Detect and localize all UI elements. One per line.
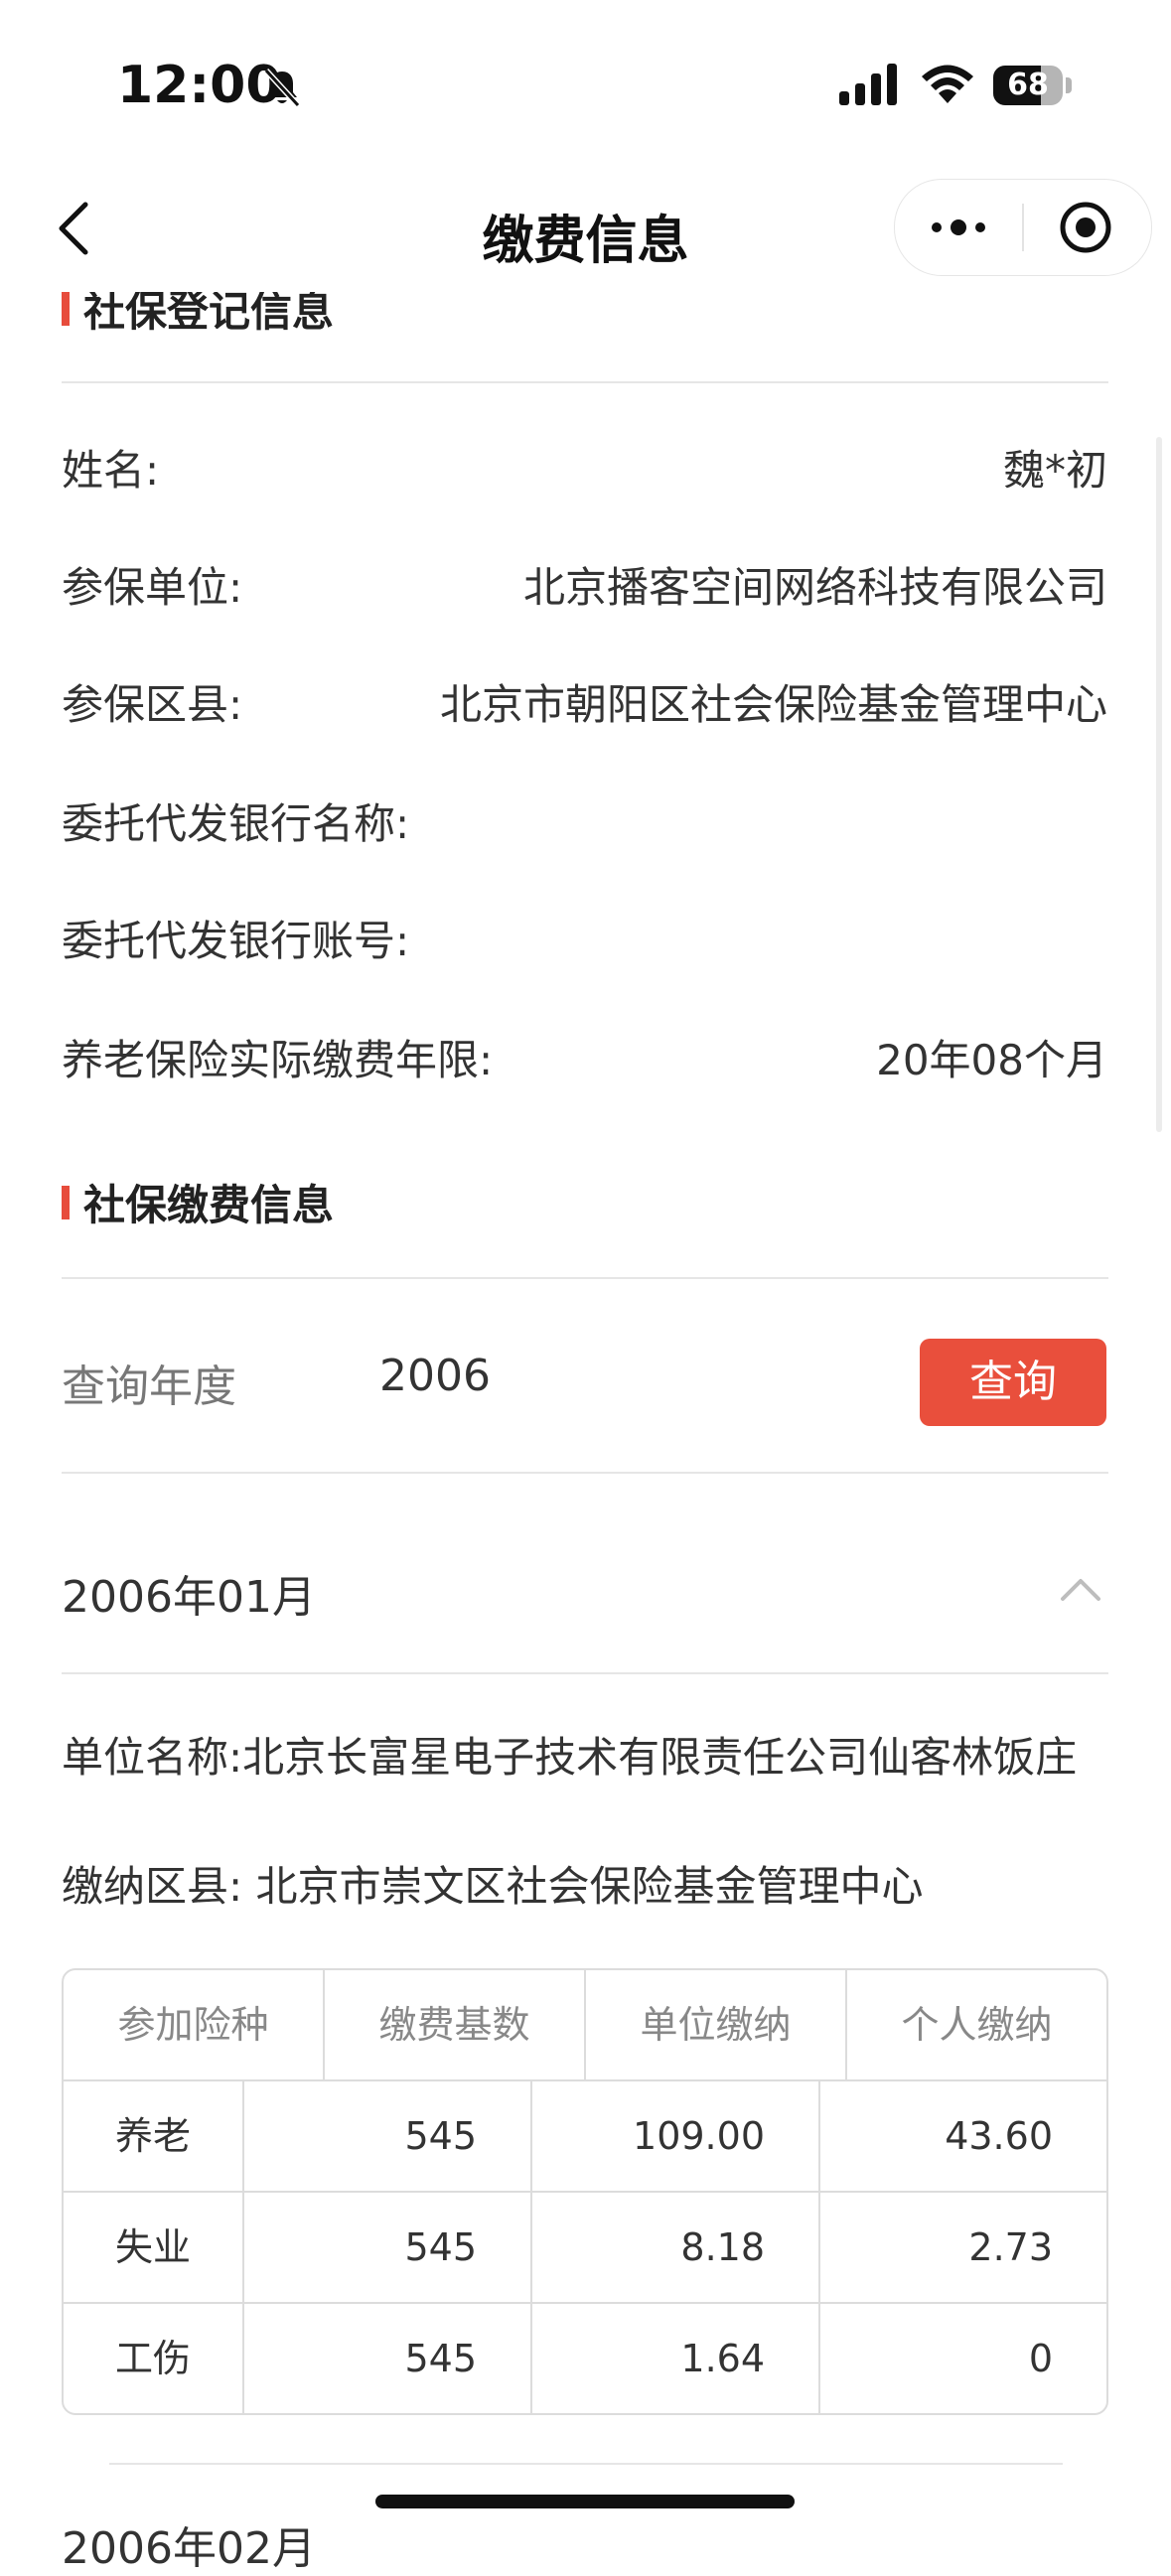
field-label-bank-account: 委托代发银行账号: — [62, 917, 410, 965]
section-accent-bar — [62, 1185, 70, 1219]
query-year-input[interactable]: 2006 — [379, 1351, 491, 1401]
target-icon[interactable] — [1058, 200, 1113, 255]
section-title-payment: 社保缴费信息 — [62, 1172, 334, 1232]
section-title-registration: 社保登记信息 — [62, 287, 335, 339]
wifi-icon — [922, 65, 973, 103]
table-row: 失业 545 8.18 2.73 — [64, 2191, 1106, 2302]
table-cell: 工伤 — [114, 2337, 191, 2380]
table-cell: 0 — [818, 2304, 1106, 2413]
divider — [62, 1277, 1108, 1279]
table-cell: 8.18 — [530, 2193, 818, 2302]
section-accent-bar — [62, 292, 70, 326]
status-time: 12:00 — [117, 56, 282, 115]
table-row: 养老 545 109.00 43.60 — [64, 2079, 1106, 2191]
divider — [109, 2463, 1063, 2465]
table-cell: 545 — [242, 2193, 530, 2302]
table-header-cell: 单位缴纳 — [584, 1970, 845, 2079]
mini-program-capsule — [894, 179, 1152, 276]
table-header-cell: 参加险种 — [117, 2003, 269, 2047]
field-value-employer: 北京播客空间网络科技有限公司 — [522, 563, 1107, 612]
table-cell: 2.73 — [818, 2193, 1106, 2302]
scrollbar[interactable] — [1156, 437, 1162, 1132]
field-label-bank-name: 委托代发银行名称: — [62, 799, 410, 848]
battery-icon: 68 — [993, 66, 1063, 105]
section-title-text: 社保缴费信息 — [83, 1181, 335, 1229]
company-info: 单位名称:北京长富星电子技术有限责任公司仙客林饭庄 — [62, 1728, 1114, 1788]
section-title-text: 社保登记信息 — [83, 287, 335, 336]
field-value-name: 魏*初 — [1002, 446, 1107, 495]
district-value: 北京市崇文区社会保险基金管理中心 — [255, 1862, 924, 1911]
field-label-name: 姓名: — [62, 446, 160, 495]
divider — [62, 1472, 1108, 1474]
battery-level: 68 — [1007, 68, 1049, 102]
table-cell: 养老 — [114, 2114, 191, 2158]
more-icon[interactable] — [929, 204, 988, 251]
battery-tip — [1066, 77, 1072, 93]
field-label-district: 参保区县: — [62, 680, 243, 729]
table-cell: 43.60 — [818, 2081, 1106, 2191]
table-cell: 109.00 — [530, 2081, 818, 2191]
table-cell: 1.64 — [530, 2304, 818, 2413]
payment-table: 参加险种 缴费基数 单位缴纳 个人缴纳 养老 545 109.00 43.60 … — [62, 1968, 1108, 2415]
field-label-employer: 参保单位: — [62, 563, 243, 612]
company-label: 单位名称: — [62, 1733, 243, 1782]
table-row: 工伤 545 1.64 0 — [64, 2302, 1106, 2413]
table-header-cell: 缴费基数 — [323, 1970, 584, 2079]
table-header-cell: 个人缴纳 — [845, 1970, 1106, 2079]
field-label-pension-years: 养老保险实际缴费年限: — [62, 1036, 494, 1084]
home-indicator[interactable] — [375, 2495, 795, 2508]
month-header[interactable]: 2006年01月 — [62, 1561, 316, 1625]
table-cell: 失业 — [114, 2225, 191, 2269]
field-value-pension-years: 20年08个月 — [876, 1036, 1107, 1084]
divider — [62, 381, 1108, 383]
capsule-divider — [1022, 204, 1024, 251]
district-label: 缴纳区县: — [62, 1862, 243, 1911]
query-button[interactable]: 查询 — [920, 1339, 1106, 1426]
query-year-label: 查询年度 — [62, 1361, 236, 1412]
company-value: 北京长富星电子技术有限责任公司仙客林饭庄 — [242, 1733, 1078, 1782]
signal-icon — [839, 64, 897, 105]
next-month-header[interactable]: 2006年02月 — [62, 2512, 316, 2576]
bell-off-icon — [263, 68, 301, 108]
table-header-row: 参加险种 缴费基数 单位缴纳 个人缴纳 — [64, 1970, 1106, 2079]
table-cell: 545 — [242, 2081, 530, 2191]
table-cell: 545 — [242, 2304, 530, 2413]
field-value-district: 北京市朝阳区社会保险基金管理中心 — [439, 680, 1107, 729]
chevron-up-icon[interactable] — [1059, 1573, 1102, 1603]
district-info: 缴纳区县: 北京市崇文区社会保险基金管理中心 — [62, 1857, 1114, 1917]
divider — [62, 1672, 1108, 1674]
